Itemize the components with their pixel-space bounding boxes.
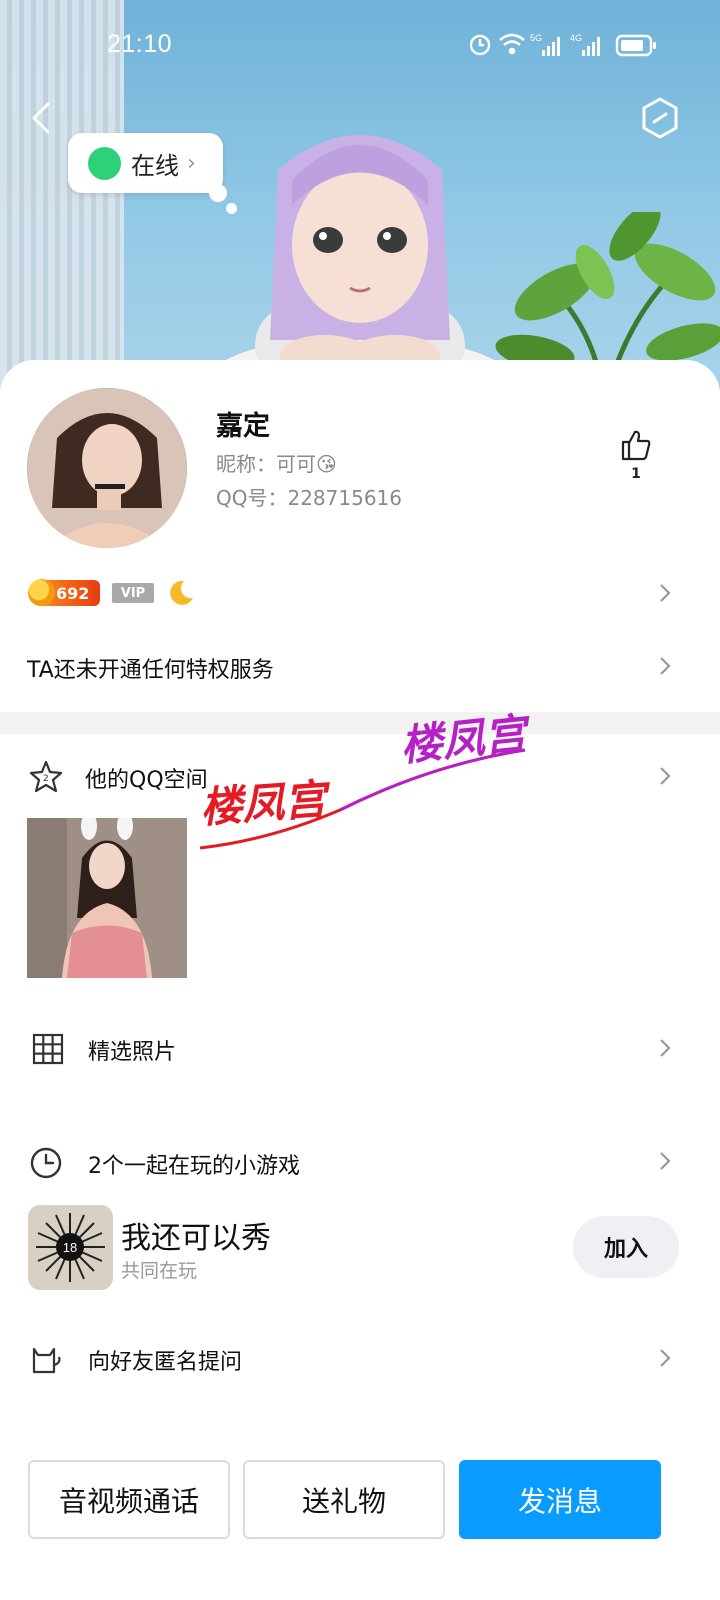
status-icons: 5G 4G [470, 33, 656, 57]
game-name: 我还可以秀 [121, 1221, 271, 1256]
qzone-photo-illustration [27, 818, 187, 978]
thumbs-up-icon [621, 430, 651, 461]
game-app-icon[interactable]: 18 [28, 1205, 113, 1290]
bubble-tail-small [226, 203, 237, 214]
status-bar: 21:10 5G 4G [0, 0, 720, 90]
send-gift-button[interactable]: 送礼物 [243, 1460, 445, 1539]
profile-hero-background: 21:10 5G 4G 在线 › [0, 0, 720, 400]
clock-icon [30, 1147, 62, 1179]
svg-text:2: 2 [43, 774, 49, 784]
3d-avatar-image[interactable] [200, 110, 520, 400]
grid-icon [32, 1033, 64, 1065]
battery-icon [615, 34, 656, 57]
bubble-tail [209, 184, 227, 202]
badge-row[interactable]: 692 VIP [28, 577, 196, 609]
av-call-button[interactable]: 音视频通话 [28, 1460, 230, 1539]
signal-icon-1 [542, 37, 560, 56]
photos-title[interactable]: 精选照片 [88, 1034, 176, 1066]
like-count: 1 [631, 466, 641, 482]
level-coin-badge: 692 [28, 579, 100, 606]
game-logo: 18 [36, 1213, 105, 1282]
moon-icon [170, 580, 193, 605]
signal-icon-2 [582, 37, 600, 56]
profile-avatar[interactable] [27, 388, 187, 548]
qzone-photo-thumbnail[interactable] [27, 818, 187, 978]
watermark-text: 楼凤宫 [198, 774, 328, 833]
join-game-button[interactable]: 加入 [573, 1216, 679, 1278]
games-title[interactable]: 2个一起在玩的小游戏 [88, 1148, 300, 1180]
profile-name: 嘉定 [216, 411, 270, 442]
chevron-right-icon[interactable] [658, 1037, 672, 1059]
chevron-right-icon[interactable] [658, 1150, 672, 1172]
settings-hexagon-icon[interactable] [640, 96, 680, 140]
chevron-right-icon: › [187, 150, 196, 176]
wifi-icon [499, 33, 525, 55]
send-message-button[interactable]: 发消息 [459, 1460, 661, 1539]
online-dot [88, 146, 121, 180]
alarm-icon [470, 34, 491, 56]
online-status-label: 在线 [131, 151, 179, 180]
game-subtitle: 共同在玩 [121, 1260, 198, 1282]
qzone-star-icon: 2 [29, 760, 63, 793]
back-arrow-icon[interactable] [26, 98, 62, 138]
net-label-4g: 4G [570, 33, 582, 43]
online-status-bubble[interactable]: 在线 › [68, 133, 223, 193]
anonymous-question-title[interactable]: 向好友匿名提问 [88, 1344, 242, 1376]
chevron-right-icon[interactable] [658, 582, 672, 604]
profile-qq-number: QQ号：228715616 [216, 486, 403, 510]
avatar-photo-illustration [27, 388, 187, 548]
game-badge-number: 18 [63, 1240, 77, 1255]
profile-nickname: 昵称：可可😘 [216, 452, 337, 476]
chevron-right-icon[interactable] [658, 1347, 672, 1369]
privilege-row[interactable]: TA还未开通任何特权服务 [27, 652, 274, 684]
qzone-title[interactable]: 他的QQ空间 [85, 762, 208, 794]
cat-box-icon [32, 1347, 61, 1374]
chevron-right-icon[interactable] [658, 655, 672, 677]
like-button[interactable]: 1 [614, 428, 658, 484]
vip-badge: VIP [112, 583, 154, 603]
status-time: 21:10 [107, 30, 173, 58]
net-label-5g: 5G [530, 33, 542, 43]
chevron-right-icon[interactable] [658, 765, 672, 787]
